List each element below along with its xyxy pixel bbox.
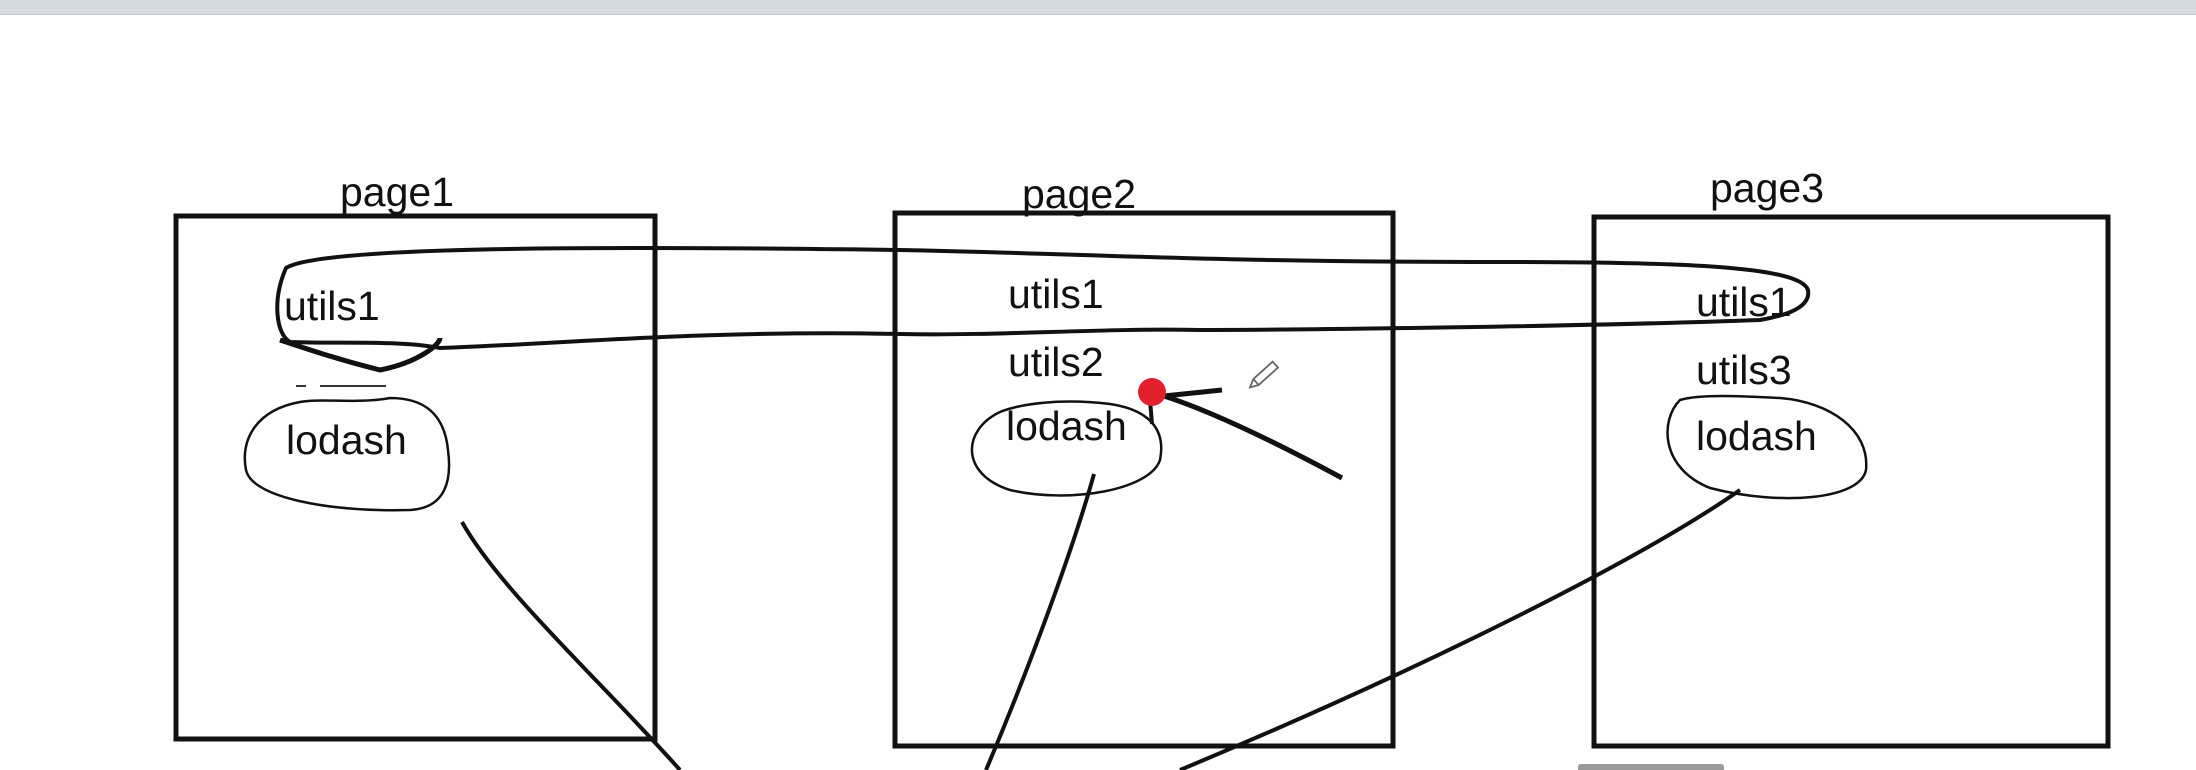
page1-title: page1 — [340, 169, 455, 215]
page1-lodash-connector — [460, 521, 682, 770]
whiteboard-canvas — [173, 210, 2111, 770]
page1-utils1: utils1 — [284, 283, 380, 329]
page3-utils1: utils1 — [1696, 279, 1792, 325]
page2-title: page2 — [1022, 171, 1137, 217]
page2-utils2: utils2 — [1008, 339, 1104, 385]
pointer-dot — [1138, 378, 1166, 406]
page3-lodash: lodash — [1696, 413, 1817, 459]
horizontal-scrollbar-thumb[interactable] — [1578, 764, 1724, 770]
page2-box — [892, 210, 1396, 749]
utils2-arrow — [1163, 387, 1344, 481]
pencil-icon — [1248, 360, 1280, 389]
page3-box — [1591, 214, 2111, 749]
page2-utils1: utils1 — [1008, 271, 1104, 317]
page1-lodash: lodash — [286, 417, 407, 463]
page3-utils3: utils3 — [1696, 347, 1792, 393]
page3-lodash-connector — [1179, 488, 1742, 770]
page3-title: page3 — [1710, 165, 1825, 211]
page2-lodash: lodash — [1006, 403, 1127, 449]
page2-lodash-connector — [984, 473, 1096, 770]
page1-box — [173, 213, 658, 742]
